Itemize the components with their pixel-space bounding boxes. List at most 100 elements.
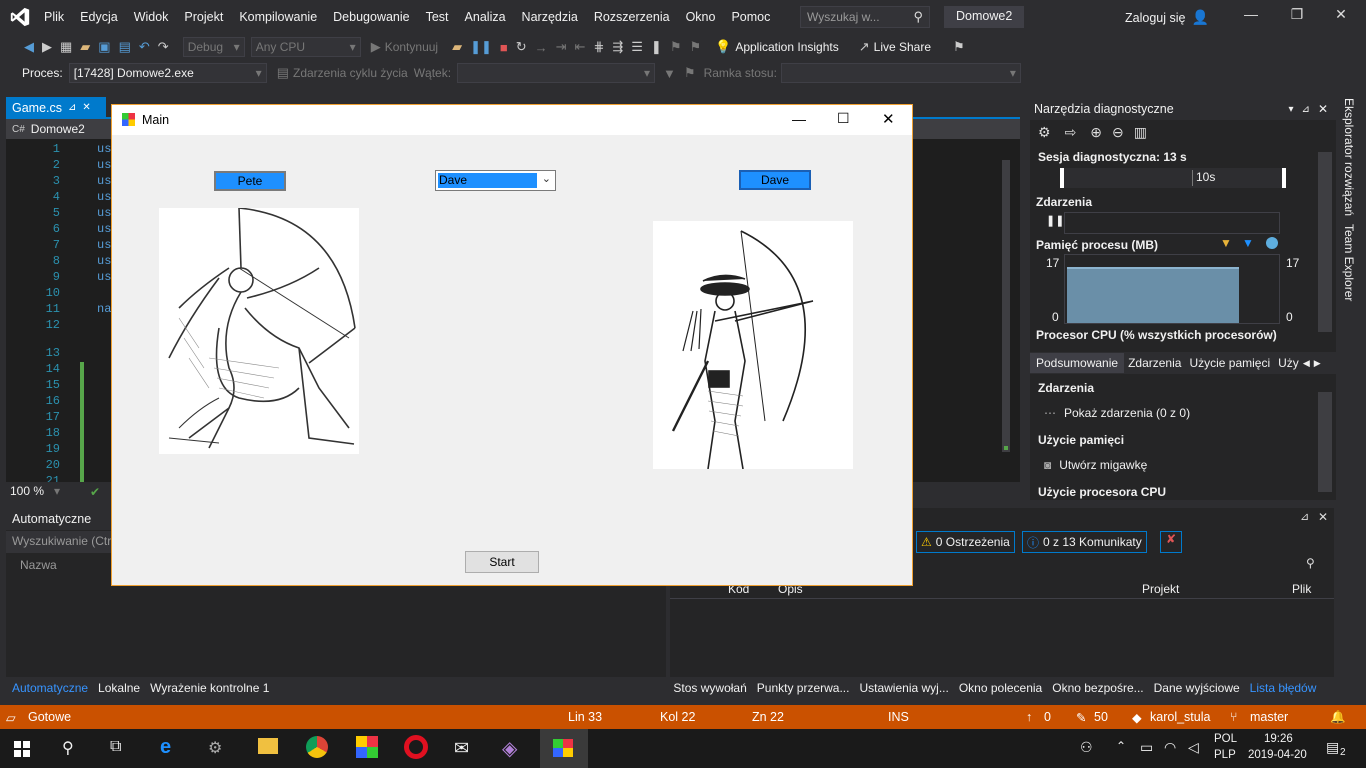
tab-breakpoints[interactable]: Punkty przerwa...	[757, 681, 850, 695]
pin-icon[interactable]: ⊿	[68, 102, 76, 113]
close-tab-icon[interactable]: ✕	[82, 102, 90, 113]
menu-edycja[interactable]: Edycja	[72, 10, 126, 24]
take-snapshot-button[interactable]: ◙ Utwórz migawkę	[1044, 458, 1147, 472]
menu-okno[interactable]: Okno	[678, 10, 724, 24]
diag-pin-icon[interactable]: ⊿	[1302, 104, 1310, 115]
status-branch[interactable]: master	[1250, 710, 1288, 724]
configuration-dropdown[interactable]: Debug	[182, 37, 245, 57]
live-share-button[interactable]: Live Share	[874, 40, 931, 54]
menu-rozszerzenia[interactable]: Rozszerzenia	[586, 10, 678, 24]
app-insights-icon[interactable]: 💡	[715, 39, 731, 55]
panel-pin-icon[interactable]: ⊿	[1300, 510, 1309, 523]
menu-test[interactable]: Test	[418, 10, 457, 24]
restart-icon[interactable]: ↻	[516, 39, 527, 55]
menu-narzedzia[interactable]: Narzędzia	[514, 10, 586, 24]
chrome-icon[interactable]	[306, 736, 328, 758]
opera-icon[interactable]	[404, 735, 428, 759]
volume-icon[interactable]: ◁	[1188, 739, 1199, 756]
bookmark-next-icon[interactable]: ⚑	[689, 39, 701, 55]
tab-watch[interactable]: Wyrażenie kontrolne 1	[150, 681, 269, 695]
tab-exception-settings[interactable]: Ustawienia wyj...	[859, 681, 948, 695]
winforms-app-taskbar-icon[interactable]	[540, 729, 588, 768]
tab-error-list[interactable]: Lista błędów	[1250, 681, 1317, 695]
back-icon[interactable]: ◀	[24, 39, 34, 55]
menu-kompilowanie[interactable]: Kompilowanie	[231, 10, 325, 24]
continue-icon[interactable]: ▶	[371, 39, 381, 55]
clock-time[interactable]: 19:26	[1264, 733, 1293, 745]
pause-icon[interactable]: ❚❚	[470, 39, 492, 55]
tab-output[interactable]: Dane wyjściowe	[1154, 681, 1240, 695]
zoom-out-icon[interactable]: ⊖	[1112, 124, 1124, 141]
feedback-icon[interactable]: ⚑	[953, 39, 965, 55]
stop-icon[interactable]: ■	[500, 40, 508, 55]
process-dropdown[interactable]: [17428] Domowe2.exe	[68, 63, 267, 83]
edge-icon[interactable]: e	[160, 736, 171, 759]
menu-pomoc[interactable]: Pomoc	[723, 10, 778, 24]
menu-widok[interactable]: Widok	[126, 10, 177, 24]
tab-summary[interactable]: Podsumowanie	[1030, 353, 1125, 373]
visual-studio-logo-icon[interactable]	[8, 6, 32, 28]
open-icon[interactable]: ▰	[80, 39, 90, 55]
save-all-icon[interactable]: ▤	[119, 39, 131, 55]
people-icon[interactable]: ⚇	[1080, 739, 1093, 756]
summary-scrollbar[interactable]	[1318, 392, 1332, 492]
archer-select-combobox[interactable]: Dave ⌄	[435, 170, 556, 191]
bookmark-icon[interactable]: ❚	[651, 39, 662, 55]
form-maximize-button[interactable]: ☐	[837, 110, 850, 127]
tray-chevron-icon[interactable]: ⌃	[1116, 739, 1126, 753]
tab-immediate-window[interactable]: Okno bezpośre...	[1052, 681, 1143, 695]
tab-autos[interactable]: Automatyczne	[12, 681, 88, 695]
settings-icon[interactable]: ⚙	[1038, 124, 1051, 141]
menu-plik[interactable]: Plik	[36, 10, 72, 24]
language-primary[interactable]: POL	[1214, 733, 1237, 745]
flag-icon[interactable]: ⚑	[684, 65, 696, 81]
col-file[interactable]: Plik	[1292, 582, 1311, 596]
forward-icon[interactable]: ▶	[42, 39, 52, 55]
menu-analiza[interactable]: Analiza	[457, 10, 514, 24]
push-icon[interactable]: ↑	[1026, 710, 1032, 724]
app-insights-button[interactable]: Application Insights	[735, 40, 838, 54]
menu-projekt[interactable]: Projekt	[176, 10, 231, 24]
zoom-dropdown[interactable]: 100 %	[6, 482, 64, 502]
form-close-button[interactable]: ✕	[882, 110, 895, 128]
messages-filter[interactable]: ⓘ 0 z 13 Komunikaty	[1022, 531, 1147, 553]
tab-command-window[interactable]: Okno polecenia	[959, 681, 1042, 695]
tab-game-cs[interactable]: Game.cs ⊿ ✕	[6, 97, 106, 118]
show-events-link[interactable]: ⋯ Pokaż zdarzenia (0 z 0)	[1044, 406, 1190, 420]
windows-start-icon[interactable]	[14, 741, 30, 757]
task-view-icon[interactable]: ⧉	[110, 738, 121, 756]
tab-scroll-right-icon[interactable]: ▶	[1314, 358, 1321, 369]
status-user[interactable]: karol_stula	[1150, 710, 1210, 724]
tab-locals[interactable]: Lokalne	[98, 681, 140, 695]
restore-button[interactable]: ❐	[1282, 6, 1312, 23]
search-icon[interactable]: ⚲	[62, 738, 74, 758]
close-button[interactable]: ✕	[1326, 6, 1356, 23]
step-out-icon[interactable]: ⇤	[575, 39, 586, 55]
format-icon[interactable]: ☰	[631, 39, 643, 55]
notification-bell-icon[interactable]: 🔔	[1330, 710, 1346, 725]
hex-icon[interactable]: ⋕	[593, 39, 604, 55]
app-icon[interactable]: ⚙	[208, 738, 222, 758]
search-icon[interactable]: ⚲	[1306, 556, 1315, 570]
branch-icon[interactable]: ⑂	[1230, 710, 1238, 724]
action-center-icon[interactable]: ▤	[1326, 739, 1339, 756]
export-icon[interactable]: ⇨	[1065, 124, 1077, 141]
diag-scrollbar[interactable]	[1318, 152, 1332, 332]
threads-icon[interactable]: ⇶	[612, 39, 623, 55]
save-icon[interactable]: ▣	[98, 39, 110, 55]
status-changes-count[interactable]: 50	[1094, 710, 1108, 724]
undo-icon[interactable]: ↶	[139, 39, 150, 55]
pencil-icon[interactable]: ✎	[1076, 710, 1086, 725]
tab-events[interactable]: Zdarzenia	[1124, 353, 1185, 373]
solution-explorer-tab[interactable]: Eksplorator rozwiązań	[1342, 98, 1356, 216]
project-selector[interactable]: Domowe2	[31, 122, 85, 136]
quick-search-input[interactable]: Wyszukaj w... ⚲	[800, 6, 930, 28]
lifecycle-icon[interactable]: ▤	[277, 65, 289, 81]
language-secondary[interactable]: PLP	[1214, 749, 1236, 761]
tab-call-stack[interactable]: Stos wywołań	[673, 681, 746, 695]
platform-dropdown[interactable]: Any CPU	[250, 37, 361, 57]
warnings-filter[interactable]: ⚠ 0 Ostrzeżenia	[916, 531, 1015, 553]
timeline-ruler[interactable]: 10s	[1060, 168, 1286, 188]
wifi-icon[interactable]: ◠	[1164, 739, 1176, 756]
build-filter-icon[interactable]: ✘	[1160, 531, 1182, 553]
